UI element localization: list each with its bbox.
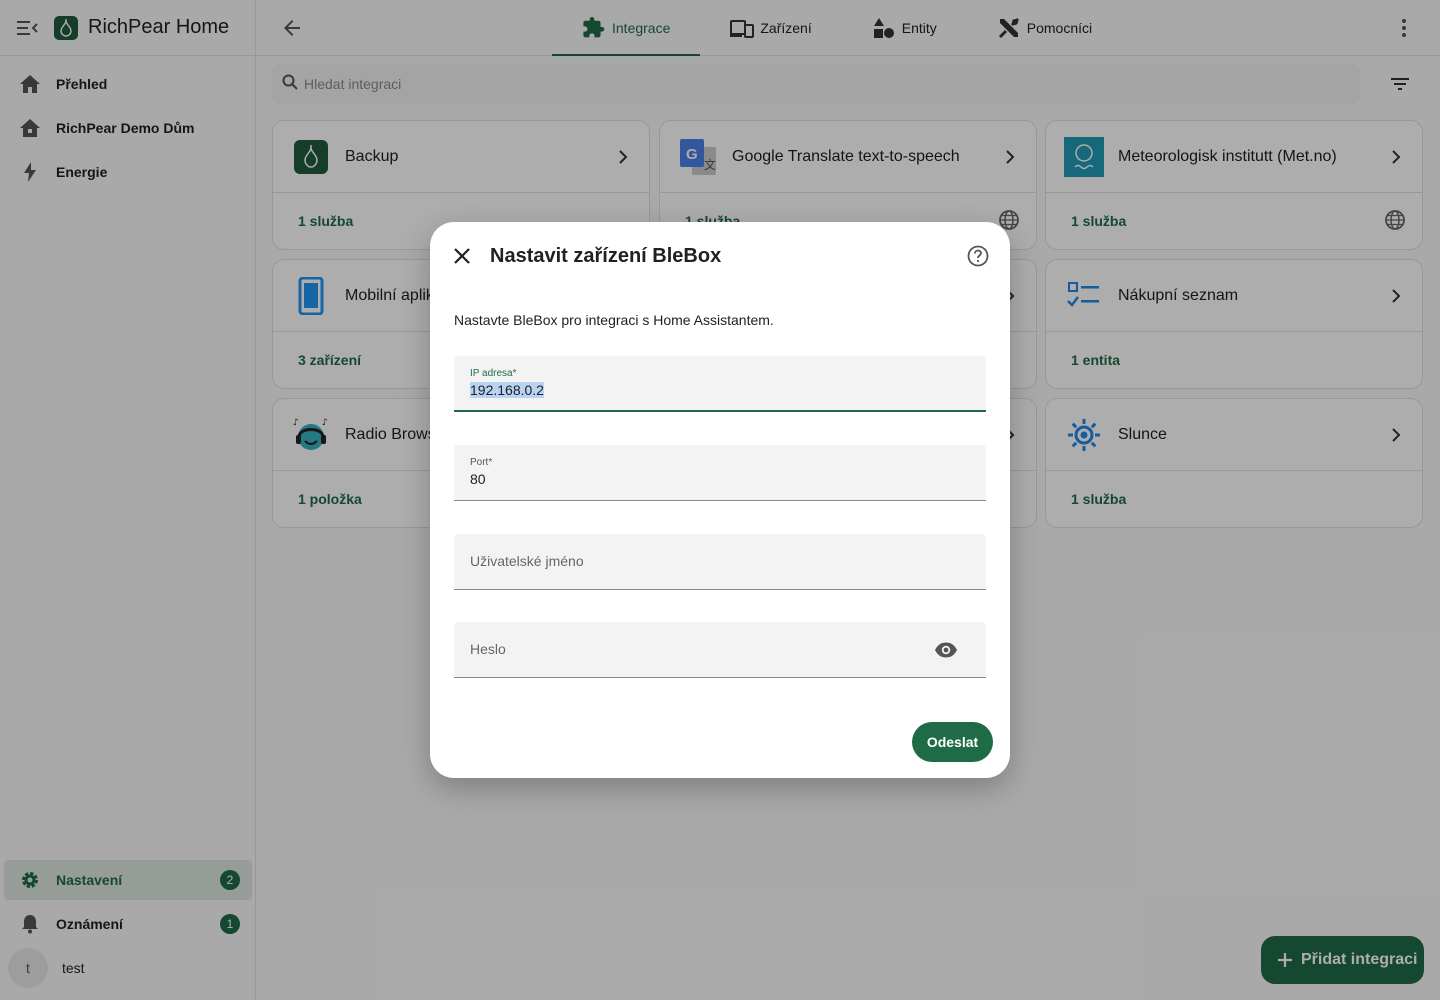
ip-address-value[interactable]: 192.168.0.2 [470, 382, 544, 398]
password-field[interactable]: Heslo [454, 622, 986, 678]
port-value[interactable]: 80 [470, 471, 486, 487]
config-dialog: Nastavit zařízení BleBox Nastavte BleBox… [430, 222, 1010, 778]
username-field[interactable]: Uživatelské jméno [454, 534, 986, 590]
field-label: Port* [470, 457, 493, 468]
ip-address-field[interactable]: IP adresa* 192.168.0.2 [454, 356, 986, 412]
eye-icon[interactable] [934, 638, 958, 662]
field-label: IP adresa* [470, 368, 517, 379]
port-field[interactable]: Port* 80 [454, 445, 986, 501]
dialog-description: Nastavte BleBox pro integraci s Home Ass… [454, 312, 774, 328]
help-icon[interactable] [966, 244, 990, 268]
field-label: Uživatelské jméno [470, 553, 584, 569]
submit-button[interactable]: Odeslat [912, 722, 993, 762]
close-icon[interactable] [450, 244, 474, 268]
dialog-title: Nastavit zařízení BleBox [490, 245, 722, 267]
field-label: Heslo [470, 641, 506, 657]
